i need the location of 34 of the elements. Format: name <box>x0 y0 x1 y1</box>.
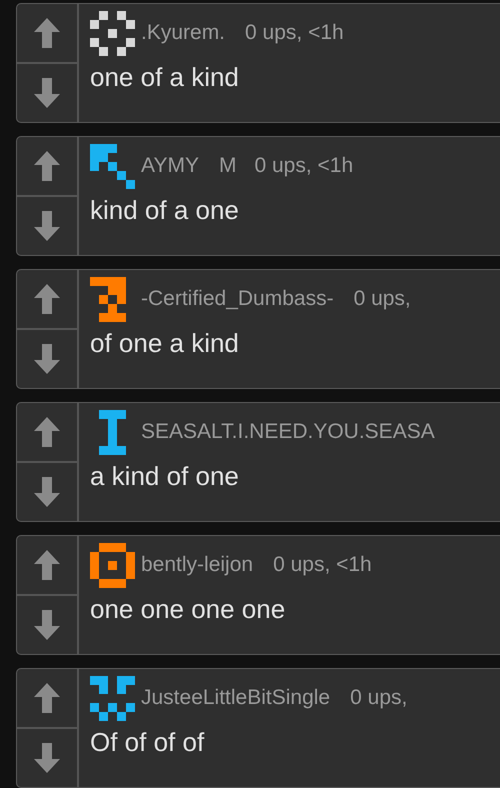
comment-meta: 0 ups, <box>354 287 411 311</box>
up-arrow-icon <box>34 417 60 447</box>
avatar-icon[interactable] <box>90 144 135 188</box>
comment-text: Of of of of <box>90 727 206 758</box>
comment-meta: 0 ups, <box>350 686 408 710</box>
comment-text: kind of a one <box>90 195 240 226</box>
username-link[interactable]: bently-leijon <box>141 553 254 577</box>
comment-meta: 0 ups, <1h <box>245 21 344 45</box>
comment-text: of one a kind <box>90 328 240 359</box>
username-link[interactable]: JusteeLittleBitSingle <box>141 686 330 710</box>
username-link[interactable]: -Certified_Dumbass- <box>141 287 334 311</box>
down-arrow-icon <box>34 743 60 773</box>
comment-text: one one one one <box>90 594 286 625</box>
up-arrow-icon <box>34 284 60 314</box>
down-arrow-icon <box>34 477 60 507</box>
avatar-icon[interactable] <box>90 676 135 720</box>
down-arrow-icon <box>34 344 60 374</box>
down-arrow-icon <box>34 610 60 640</box>
comment-meta: 0 ups, <1h <box>254 154 354 178</box>
avatar-icon[interactable] <box>90 542 135 588</box>
username-link[interactable]: AYMY <box>141 154 199 178</box>
up-arrow-icon <box>34 683 60 713</box>
down-arrow-icon <box>34 211 60 241</box>
up-arrow-icon <box>34 550 60 580</box>
comment-meta: 0 ups, <1h <box>273 553 372 577</box>
up-arrow-icon <box>34 18 60 48</box>
avatar-icon[interactable] <box>90 10 135 56</box>
comment-text: a kind of one <box>90 461 240 492</box>
user-flair: M <box>218 154 236 178</box>
username-link[interactable]: SEASALT.I.NEED.YOU.SEASA <box>141 420 435 444</box>
username-link[interactable]: .Kyurem. <box>141 21 226 45</box>
comment-text: one of a kind <box>90 62 240 93</box>
up-arrow-icon <box>34 151 60 181</box>
down-arrow-icon <box>34 78 60 108</box>
